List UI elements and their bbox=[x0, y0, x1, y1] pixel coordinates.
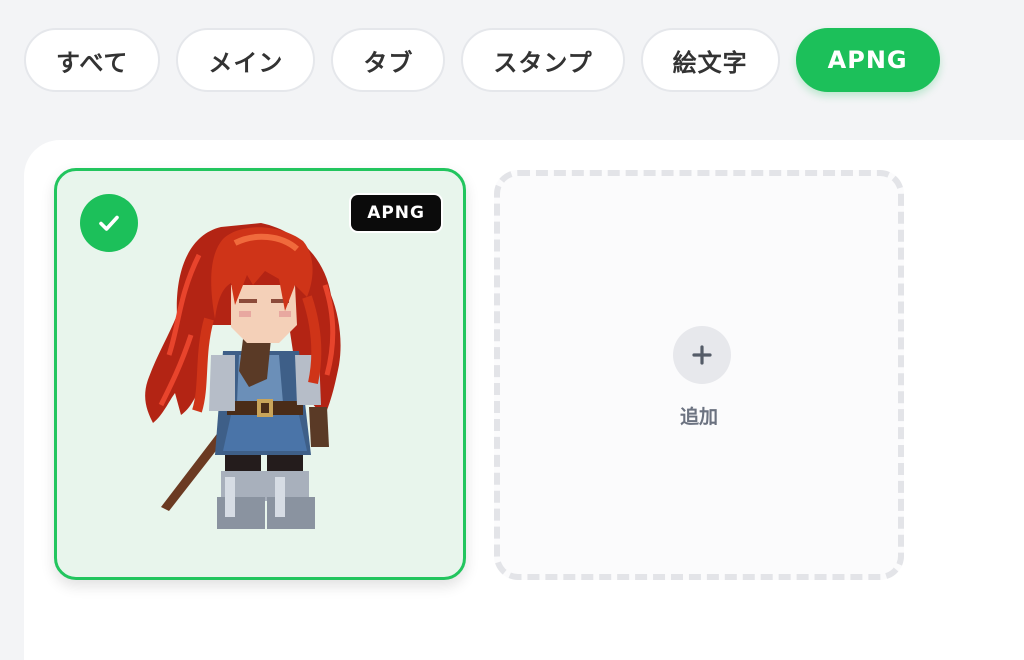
category-tabs: すべて メイン タブ スタンプ 絵文字 APNG bbox=[24, 28, 940, 92]
apng-badge: APNG bbox=[351, 195, 441, 231]
tab-main[interactable]: メイン bbox=[176, 28, 316, 92]
checkmark-icon[interactable] bbox=[80, 194, 138, 252]
pixel-knight-girl-image bbox=[145, 223, 341, 529]
sticker-card[interactable]: APNG bbox=[54, 168, 466, 580]
add-item-card[interactable]: 追加 bbox=[494, 170, 904, 580]
tab-all[interactable]: すべて bbox=[24, 28, 161, 92]
tab-stamp[interactable]: スタンプ bbox=[461, 28, 625, 92]
add-label: 追加 bbox=[679, 406, 718, 428]
tab-tab[interactable]: タブ bbox=[331, 28, 446, 92]
tab-apng[interactable]: APNG bbox=[795, 28, 940, 92]
plus-icon[interactable] bbox=[673, 326, 731, 384]
tab-emoji[interactable]: 絵文字 bbox=[640, 28, 780, 92]
